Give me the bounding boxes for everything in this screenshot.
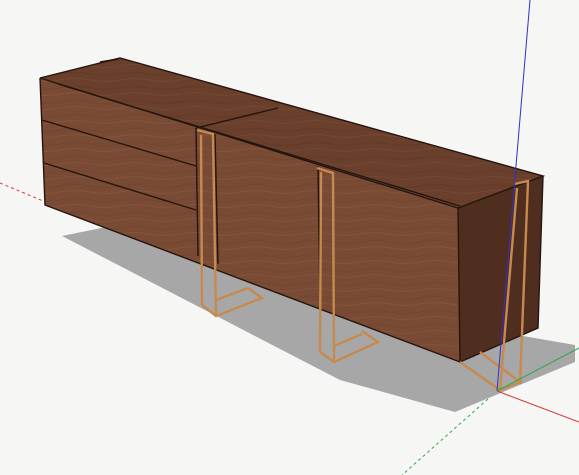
scene-canvas[interactable] xyxy=(0,0,579,475)
modeling-viewport[interactable] xyxy=(0,0,579,475)
